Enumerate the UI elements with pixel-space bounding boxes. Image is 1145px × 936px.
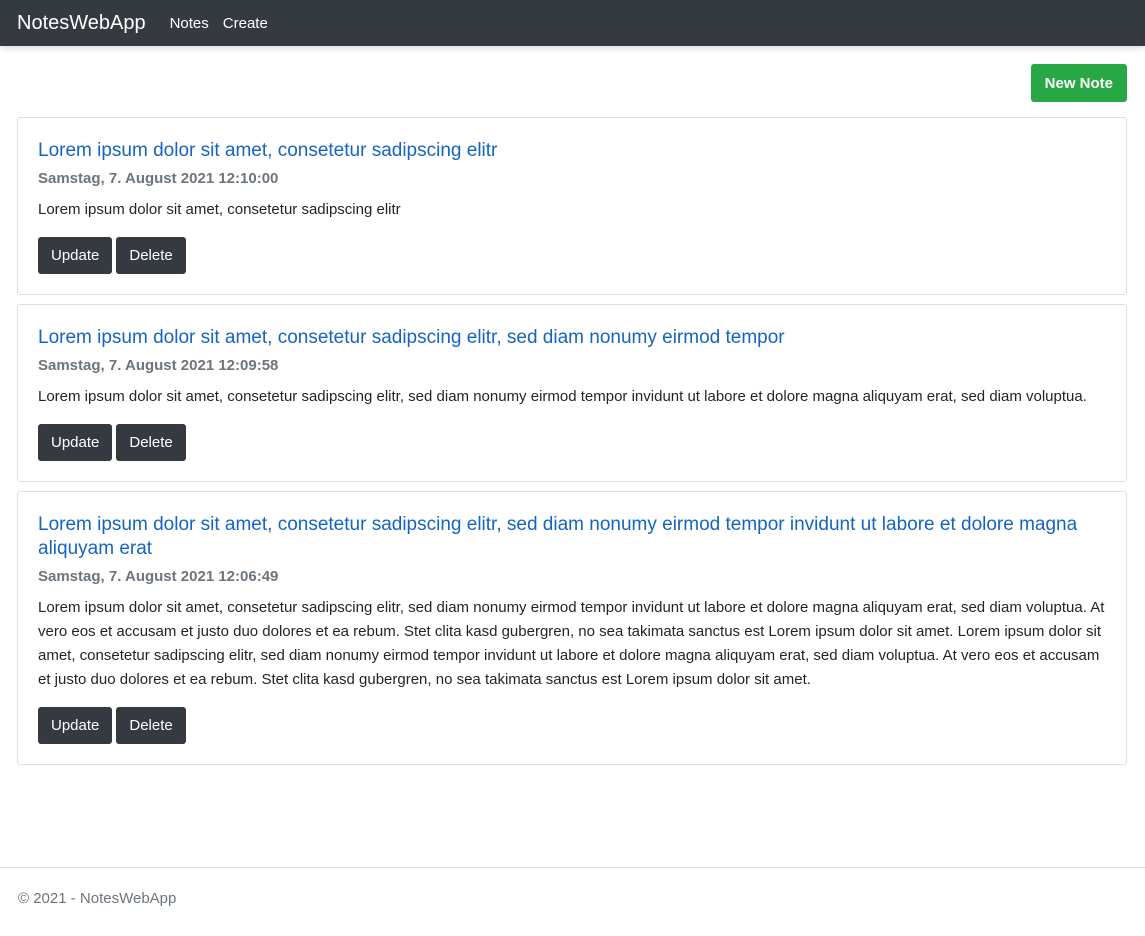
- note-card: Lorem ipsum dolor sit amet, consetetur s…: [17, 117, 1127, 295]
- nav-link-notes[interactable]: Notes: [170, 15, 209, 32]
- footer-text: © 2021 - NotesWebApp: [18, 890, 177, 907]
- note-title[interactable]: Lorem ipsum dolor sit amet, consetetur s…: [38, 139, 1106, 163]
- note-date: Samstag, 7. August 2021 12:09:58: [38, 357, 279, 374]
- notes-list: Lorem ipsum dolor sit amet, consetetur s…: [0, 102, 1145, 765]
- note-body: Lorem ipsum dolor sit amet, consetetur s…: [38, 201, 401, 218]
- note-actions: Update Delete: [38, 237, 1106, 274]
- note-date: Samstag, 7. August 2021 12:10:00: [38, 170, 279, 187]
- update-button[interactable]: Update: [38, 237, 113, 274]
- note-body: Lorem ipsum dolor sit amet, consetetur s…: [38, 599, 1105, 688]
- note-card: Lorem ipsum dolor sit amet, consetetur s…: [17, 491, 1127, 765]
- toolbar: New Note: [0, 46, 1145, 102]
- note-actions: Update Delete: [38, 707, 1106, 744]
- note-date: Samstag, 7. August 2021 12:06:49: [38, 568, 279, 585]
- page-footer: © 2021 - NotesWebApp: [0, 867, 1145, 929]
- note-card: Lorem ipsum dolor sit amet, consetetur s…: [17, 304, 1127, 482]
- note-actions: Update Delete: [38, 424, 1106, 461]
- delete-button[interactable]: Delete: [116, 707, 186, 744]
- update-button[interactable]: Update: [38, 424, 113, 461]
- note-title[interactable]: Lorem ipsum dolor sit amet, consetetur s…: [38, 513, 1106, 561]
- update-button[interactable]: Update: [38, 707, 113, 744]
- note-body: Lorem ipsum dolor sit amet, consetetur s…: [38, 388, 1087, 405]
- top-navbar: NotesWebApp Notes Create: [0, 0, 1145, 46]
- new-note-button[interactable]: New Note: [1030, 64, 1127, 102]
- nav-link-create[interactable]: Create: [223, 15, 268, 32]
- brand-link[interactable]: NotesWebApp: [17, 12, 146, 35]
- delete-button[interactable]: Delete: [116, 424, 186, 461]
- delete-button[interactable]: Delete: [116, 237, 186, 274]
- note-title[interactable]: Lorem ipsum dolor sit amet, consetetur s…: [38, 326, 1106, 350]
